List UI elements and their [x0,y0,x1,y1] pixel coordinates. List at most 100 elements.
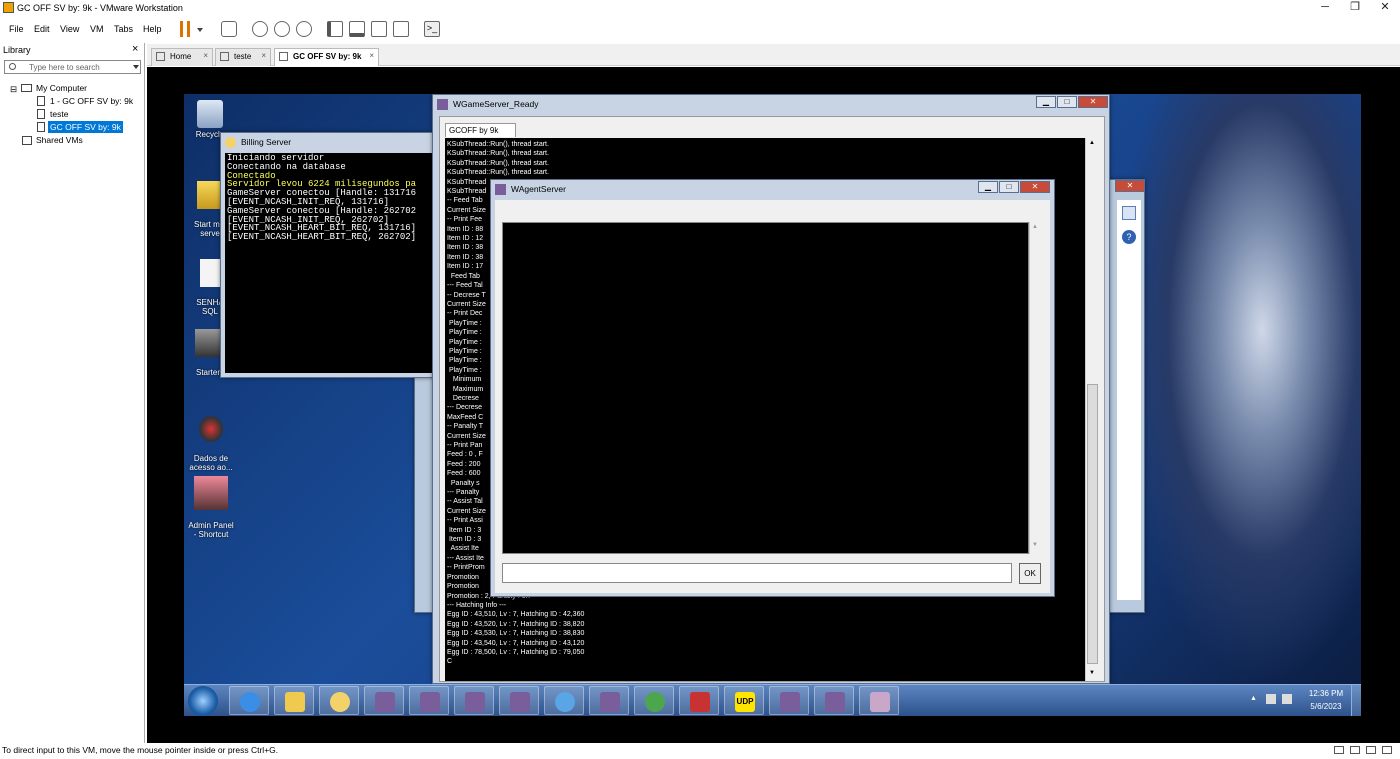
app-icon [198,415,224,443]
close-button[interactable]: ✕ [1078,96,1108,108]
help-icon[interactable]: ? [1122,230,1136,244]
library-search-field[interactable]: Type here to search [4,60,141,74]
close-button[interactable]: ✕ [1370,0,1400,17]
taskbar-billing[interactable] [319,686,359,715]
revert-snapshot-icon[interactable] [274,21,290,37]
tree-expander[interactable]: ⊟ [10,84,17,95]
snapshot-icon[interactable] [252,21,268,37]
clock[interactable]: 12:36 PM 5/6/2023 [1306,689,1346,711]
scroll-up-icon[interactable]: ▲ [1089,140,1095,146]
taskbar-app-4[interactable] [499,686,539,715]
maximize-button[interactable]: □ [1057,96,1077,108]
menu-view[interactable]: View [60,24,79,34]
taskbar-app-10[interactable] [814,686,854,715]
taskbar-app-5[interactable] [544,686,584,715]
start-button[interactable] [188,686,218,716]
console-view-icon[interactable]: >_ [424,21,440,37]
taskbar-app-1[interactable] [364,686,404,715]
library-close-icon[interactable]: × [132,43,138,55]
menu-vm[interactable]: VM [90,24,104,34]
taskbar-app-9[interactable] [769,686,809,715]
minimize-button[interactable]: ─ [1310,0,1340,17]
taskbar-app-7[interactable] [634,686,674,715]
send-keys-icon[interactable] [221,21,237,37]
taskbar-app-6[interactable] [589,686,629,715]
character-app-icon [870,692,890,712]
taskbar-app-2[interactable] [409,686,449,715]
app-icon [437,99,448,110]
show-desktop-button[interactable] [1351,685,1361,716]
menu-file[interactable]: File [9,24,24,34]
taskbar-app-11[interactable] [859,686,899,715]
tree-item-selected-vm[interactable]: GC OFF SV by: 9k [48,121,123,133]
tray-expand-icon[interactable]: ▲ [1250,695,1257,702]
network-icon[interactable] [1282,694,1292,704]
search-icon[interactable] [1122,206,1136,220]
full-screen-icon[interactable] [371,21,387,37]
tab-gcoff[interactable]: GCOFF by 9k [445,123,516,137]
tab-teste[interactable]: teste × [215,48,271,66]
taskbar-udp[interactable]: UDP [724,686,764,715]
close-icon[interactable]: × [203,51,208,60]
help-pane: ? [1117,200,1141,600]
agentserver-output[interactable] [502,222,1029,554]
close-button[interactable]: ✕ [1020,181,1050,193]
maximize-button[interactable]: □ [999,181,1019,193]
network-adapter-icon[interactable] [1350,746,1360,754]
log-line: Egg ID : 43,520, Lv : 7, Hatching ID : 3… [447,620,585,628]
desktop-icon-admin-panel[interactable]: Admin Panel - Shortcut [184,467,241,548]
vm-icon [279,52,288,61]
snapshot-manager-icon[interactable] [296,21,312,37]
agentserver-window[interactable]: WAgentServer ▁ □ ✕ ▲ ▼ OK [490,179,1055,597]
close-icon[interactable]: ✕ [1115,180,1145,192]
scrollbar-thumb[interactable] [1087,384,1098,664]
taskbar-explorer[interactable] [274,686,314,715]
tab-label: GC OFF SV by: 9k [293,52,362,61]
unity-icon[interactable] [393,21,409,37]
tab-gc-off-sv[interactable]: GC OFF SV by: 9k × [274,48,379,66]
device-icon[interactable] [1334,746,1344,754]
close-icon[interactable]: × [369,51,374,60]
pause-icon[interactable] [180,21,190,37]
desktop-icon-label: Admin Panel - Shortcut [188,521,234,539]
tree-item-vm-1[interactable]: 1 - GC OFF SV by: 9k [50,96,133,106]
scroll-up-icon[interactable]: ▲ [1032,224,1038,230]
search-icon [9,63,16,70]
close-icon[interactable]: × [261,51,266,60]
tab-home[interactable]: Home × [151,48,213,66]
show-library-icon[interactable] [327,21,343,37]
message-log-icon[interactable] [1382,746,1392,754]
billing-server-window[interactable]: Billing Server Iniciando servidor Conecta… [220,132,438,378]
log-line: Egg ID : 43,530, Lv : 7, Hatching ID : 3… [447,630,585,638]
thumbnail-bar-icon[interactable] [349,21,365,37]
billing-console[interactable]: Iniciando servidor Conectando na database… [225,153,437,373]
menu-help[interactable]: Help [143,24,162,34]
scroll-down-icon[interactable]: ▼ [1089,670,1095,676]
taskbar-app-8[interactable] [679,686,719,715]
scroll-down-icon[interactable]: ▼ [1032,542,1038,548]
tree-item-shared-vms[interactable]: Shared VMs [36,135,83,145]
minimize-button[interactable]: ▁ [978,181,998,193]
command-input[interactable] [502,563,1012,583]
taskbar-ie[interactable] [229,686,269,715]
ok-button[interactable]: OK [1019,563,1041,584]
chevron-down-icon[interactable] [197,28,203,32]
game-icon [690,692,710,712]
chevron-down-icon[interactable] [133,65,139,69]
scrollbar[interactable]: ▲ ▼ [1085,138,1099,681]
app-icon [225,137,236,148]
tab-label: teste [234,52,252,61]
menu-edit[interactable]: Edit [34,24,50,34]
taskbar-app-3[interactable] [454,686,494,715]
sound-icon[interactable] [1366,746,1376,754]
minimize-button[interactable]: ▁ [1036,96,1056,108]
tree-item-teste[interactable]: teste [50,109,68,119]
users-icon [645,692,665,712]
guest-desktop[interactable]: Recycle Start mai serve SENHA SQL Starte… [184,94,1361,716]
scrollbar[interactable]: ▲ ▼ [1029,222,1041,554]
restore-button[interactable]: ❐ [1340,0,1370,17]
tree-root-my-computer[interactable]: My Computer [36,83,87,93]
billing-icon [330,692,350,712]
menu-tabs[interactable]: Tabs [114,24,133,34]
action-center-icon[interactable] [1266,694,1276,704]
